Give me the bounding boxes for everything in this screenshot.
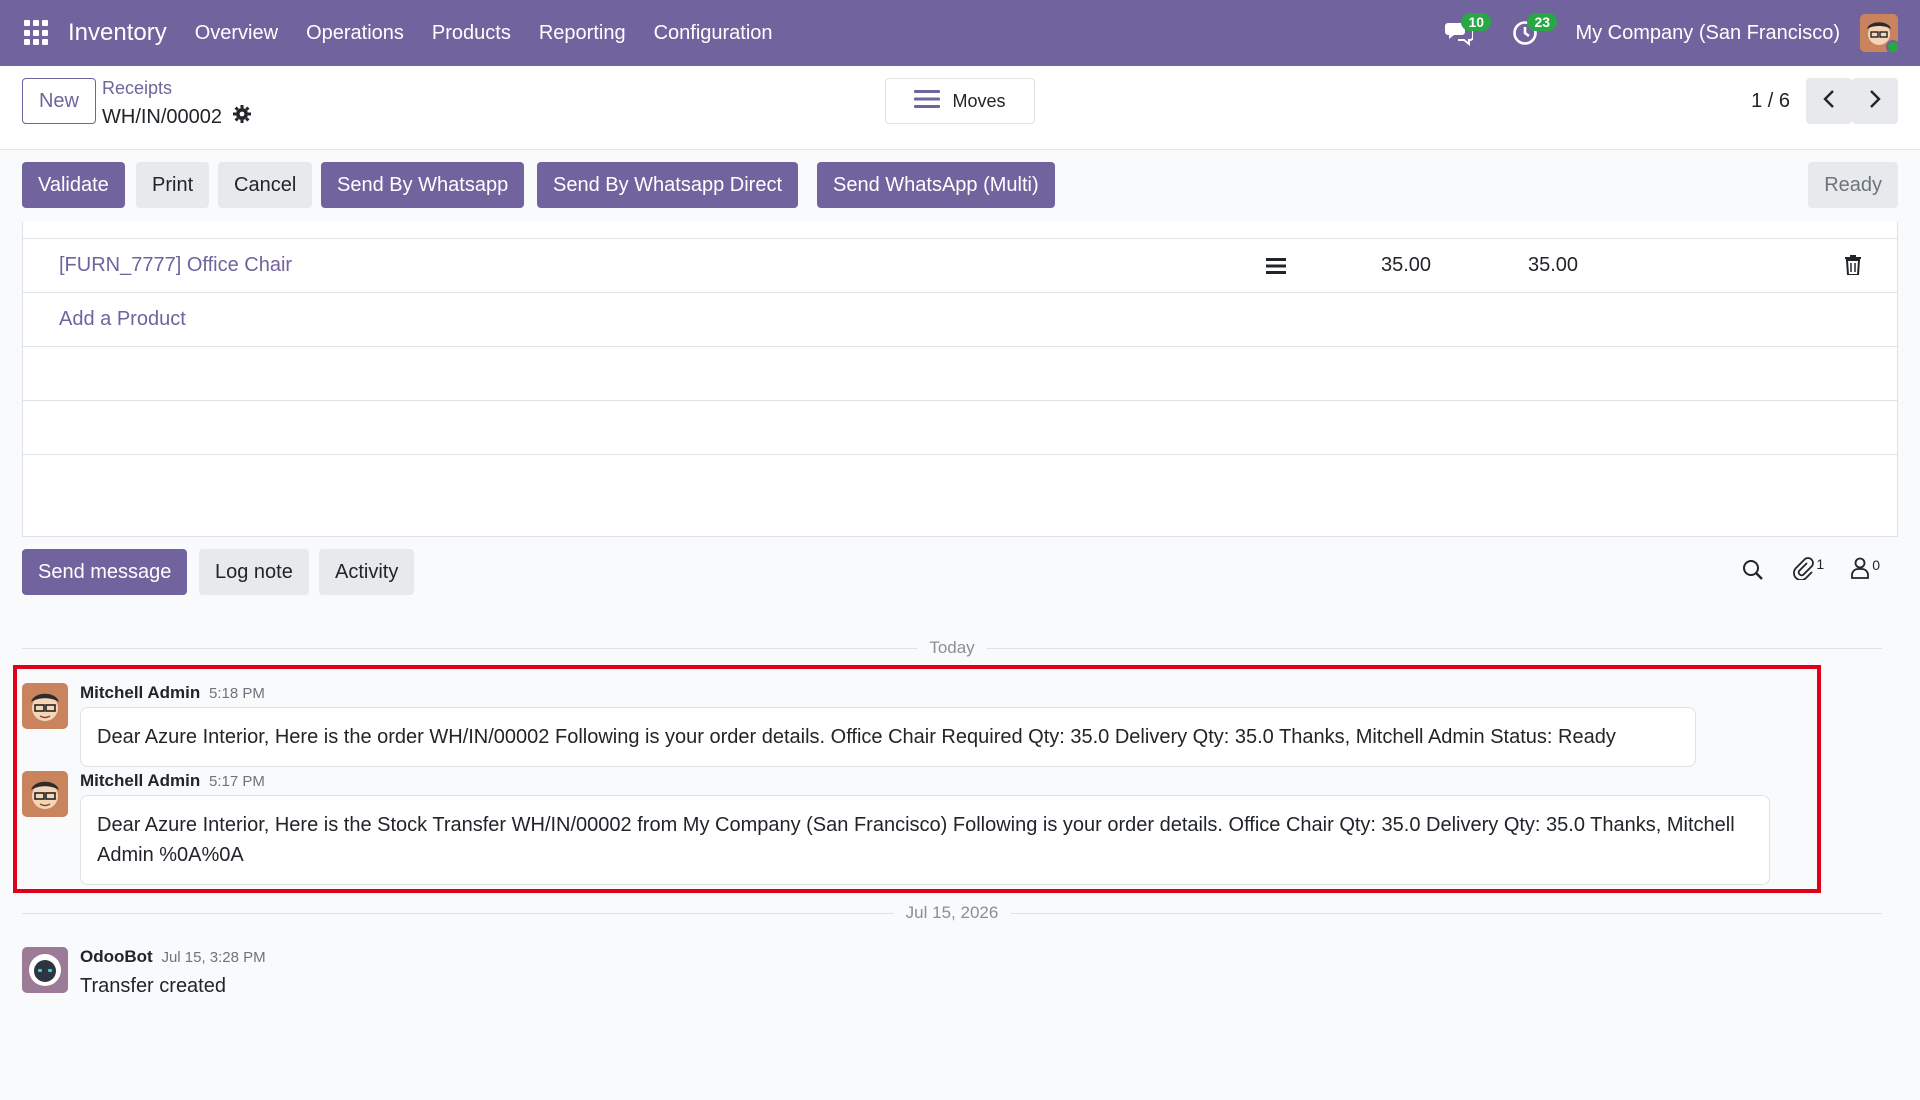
user-icon bbox=[1850, 557, 1870, 582]
empty-row bbox=[23, 454, 1897, 508]
message-body: Dear Azure Interior, Here is the order W… bbox=[80, 707, 1696, 767]
pager-next-button[interactable] bbox=[1852, 78, 1898, 124]
message-time: Jul 15, 3:28 PM bbox=[161, 949, 266, 966]
menu-configuration[interactable]: Configuration bbox=[654, 22, 773, 45]
menu-products[interactable]: Products bbox=[432, 22, 511, 45]
followers-count: 0 bbox=[1872, 557, 1880, 573]
send-whatsapp-multi-button[interactable]: Send WhatsApp (Multi) bbox=[817, 162, 1055, 208]
messages-count-badge: 10 bbox=[1461, 13, 1492, 31]
message-time: 5:17 PM bbox=[209, 773, 265, 790]
pager-value[interactable]: 1 / 6 bbox=[1751, 90, 1790, 113]
breadcrumb-receipts[interactable]: Receipts bbox=[102, 78, 172, 99]
activities-clock-icon[interactable]: 23 bbox=[1509, 13, 1558, 49]
user-avatar[interactable] bbox=[1860, 14, 1898, 52]
add-product-link[interactable]: Add a Product bbox=[59, 308, 186, 331]
breadcrumb-current: WH/IN/00002 bbox=[102, 104, 252, 130]
cancel-button[interactable]: Cancel bbox=[218, 162, 313, 208]
menu-overview[interactable]: Overview bbox=[195, 22, 278, 45]
send-by-whatsapp-direct-button[interactable]: Send By Whatsapp Direct bbox=[537, 162, 798, 208]
moves-smart-button[interactable]: Moves bbox=[885, 78, 1035, 124]
messages-icon[interactable]: 10 bbox=[1443, 13, 1492, 49]
odoobot-avatar[interactable] bbox=[22, 947, 68, 993]
detailed-operations-icon[interactable] bbox=[1266, 257, 1286, 280]
print-button[interactable]: Print bbox=[136, 162, 210, 208]
chevron-left-icon bbox=[1822, 89, 1836, 114]
date-separator-today: Today bbox=[22, 638, 1882, 658]
app-name[interactable]: Inventory bbox=[68, 19, 167, 47]
chevron-right-icon bbox=[1868, 89, 1882, 114]
message-time: 5:18 PM bbox=[209, 685, 265, 702]
menu-operations[interactable]: Operations bbox=[306, 22, 404, 45]
message-author: Mitchell Admin 5:18 PM bbox=[80, 683, 265, 702]
message-body: Transfer created bbox=[80, 975, 226, 997]
empty-row bbox=[23, 346, 1897, 400]
done-qty[interactable]: 35.00 bbox=[1528, 254, 1578, 277]
new-button[interactable]: New bbox=[22, 78, 96, 124]
activity-button[interactable]: Activity bbox=[319, 549, 415, 595]
paperclip-icon bbox=[1790, 556, 1815, 583]
validate-button[interactable]: Validate bbox=[22, 162, 125, 208]
message-author: Mitchell Admin 5:17 PM bbox=[80, 771, 265, 790]
attachments-count: 1 bbox=[1816, 556, 1825, 572]
list-bars-icon bbox=[914, 88, 941, 115]
menu-reporting[interactable]: Reporting bbox=[539, 22, 626, 45]
chatter-topbar-tools: 1 0 bbox=[1742, 556, 1880, 583]
date-separator-older: Jul 15, 2026 bbox=[22, 903, 1882, 923]
message-item: OdooBot Jul 15, 3:28 PM Transfer created bbox=[22, 947, 622, 1007]
moves-label: Moves bbox=[952, 90, 1006, 111]
product-name[interactable]: [FURN_7777] Office Chair bbox=[59, 254, 292, 277]
pager-previous-button[interactable] bbox=[1806, 78, 1852, 124]
attachments-button[interactable]: 1 bbox=[1790, 556, 1824, 583]
company-switcher[interactable]: My Company (San Francisco) bbox=[1575, 22, 1840, 45]
operations-table: [FURN_7777] Office Chair 35.00 35.00 Add… bbox=[22, 222, 1898, 537]
control-panel: New Receipts WH/IN/00002 Moves 1 / 6 bbox=[0, 66, 1920, 150]
followers-button[interactable]: 0 bbox=[1850, 557, 1880, 582]
gear-icon[interactable] bbox=[232, 104, 252, 130]
trash-icon[interactable] bbox=[1845, 255, 1861, 280]
author-avatar[interactable] bbox=[22, 683, 68, 729]
demand-qty[interactable]: 35.00 bbox=[1381, 254, 1431, 277]
add-product-row[interactable]: Add a Product bbox=[23, 292, 1897, 346]
empty-row bbox=[23, 400, 1897, 454]
message-author: OdooBot Jul 15, 3:28 PM bbox=[80, 947, 266, 966]
send-by-whatsapp-button[interactable]: Send By Whatsapp bbox=[321, 162, 525, 208]
record-name: WH/IN/00002 bbox=[102, 105, 223, 128]
top-navbar: Inventory Overview Operations Products R… bbox=[0, 0, 1920, 66]
message-item: Mitchell Admin 5:17 PM Dear Azure Interi… bbox=[22, 771, 1802, 885]
message-body: Dear Azure Interior, Here is the Stock T… bbox=[80, 795, 1770, 885]
table-row[interactable]: [FURN_7777] Office Chair 35.00 35.00 bbox=[23, 238, 1897, 292]
online-status-dot bbox=[1886, 40, 1898, 52]
activities-count-badge: 23 bbox=[1527, 13, 1558, 31]
search-icon[interactable] bbox=[1742, 559, 1764, 581]
author-avatar[interactable] bbox=[22, 771, 68, 817]
apps-grid-icon[interactable] bbox=[24, 20, 50, 46]
status-ready[interactable]: Ready bbox=[1808, 162, 1898, 208]
log-note-button[interactable]: Log note bbox=[199, 549, 309, 595]
status-bar: Validate Print Cancel Send By Whatsapp S… bbox=[0, 150, 1920, 222]
message-item: Mitchell Admin 5:18 PM Dear Azure Interi… bbox=[22, 683, 1722, 767]
send-message-button[interactable]: Send message bbox=[22, 549, 188, 595]
